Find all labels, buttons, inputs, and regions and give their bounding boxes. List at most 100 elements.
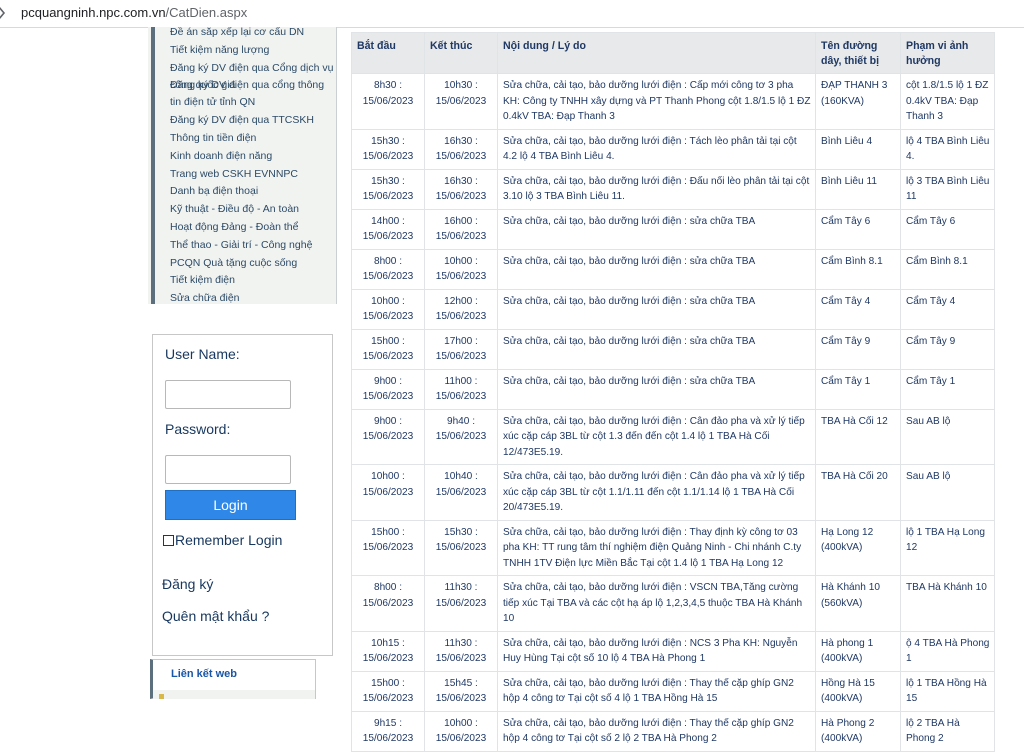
sidebar-item-thong-tin-tien-dien[interactable]: Thông tin tiền điện bbox=[170, 130, 336, 148]
sidebar-items: Đề án sắp xếp lại cơ cấu DN Tiết kiệm nă… bbox=[170, 27, 336, 304]
cell-content: Sửa chữa, cải tạo, bảo dưỡng lưới điện :… bbox=[497, 519, 816, 576]
cell-line: Hà phong 1 (400kVA) bbox=[815, 630, 901, 672]
cell-start: 15h00 :15/06/2023 bbox=[351, 670, 425, 712]
bullet-icon bbox=[159, 694, 164, 699]
cell-end: 15h45 :15/06/2023 bbox=[424, 670, 498, 712]
cell-start: 10h15 :15/06/2023 bbox=[351, 630, 425, 672]
cell-scope: Cẩm Bình 8.1 bbox=[900, 248, 995, 290]
login-button[interactable]: Login bbox=[165, 490, 296, 520]
register-link[interactable]: Đăng ký bbox=[162, 576, 213, 592]
cell-end: 11h00 :15/06/2023 bbox=[424, 368, 498, 410]
cell-line: Cẩm Tây 4 bbox=[815, 288, 901, 330]
cell-content: Sửa chữa, cải tạo, bảo dưỡng lưới điện :… bbox=[497, 328, 816, 370]
sidebar-item-the-thao[interactable]: Thể thao - Giải trí - Công nghệ bbox=[170, 237, 336, 255]
site-info-icon[interactable] bbox=[0, 6, 12, 20]
table-row: 10h00 :15/06/2023 10h40 :15/06/2023 Sửa ch… bbox=[351, 464, 995, 521]
sidebar-item-danh-ba[interactable]: Danh bạ điện thoại bbox=[170, 183, 336, 201]
sidebar-item-tiet-kiem-dien[interactable]: Tiết kiệm điện bbox=[170, 272, 336, 290]
forgot-password-link[interactable]: Quên mật khẩu ? bbox=[162, 608, 269, 624]
cell-scope: lộ 4 TBA Bình Liêu 4. bbox=[900, 128, 995, 170]
cell-scope: Cẩm Tây 4 bbox=[900, 288, 995, 330]
sidebar-item-cskh-evnnpc[interactable]: Trang web CSKH EVNNPC bbox=[170, 166, 336, 184]
table-row: 9h00 :15/06/2023 11h00 :15/06/2023 Sửa chữ… bbox=[351, 368, 995, 410]
cell-line: Hạ Long 12 (400kVA) bbox=[815, 519, 901, 576]
cell-start: 8h00 :15/06/2023 bbox=[351, 575, 425, 632]
cell-start: 15h30 :15/06/2023 bbox=[351, 128, 425, 170]
remember-login[interactable]: Remember Login bbox=[163, 532, 282, 548]
cell-scope: Cẩm Tây 6 bbox=[900, 208, 995, 250]
sidebar-item-kinh-doanh[interactable]: Kinh doanh điện năng bbox=[170, 148, 336, 166]
remember-label: Remember Login bbox=[175, 532, 283, 548]
cell-line: Bình Liêu 11 bbox=[815, 168, 901, 210]
cell-scope: lộ 1 TBA Hồng Hà 15 bbox=[900, 670, 995, 712]
web-links-title: Liên kết web bbox=[171, 668, 238, 680]
sidebar-item-ky-thuat[interactable]: Kỹ thuật - Điều độ - An toàn bbox=[170, 201, 336, 219]
cell-line: Hà Phong 2 (400kVA) bbox=[815, 710, 901, 752]
sidebar-menu: Đề án sắp xếp lại cơ cấu DN Tiết kiệm nă… bbox=[148, 27, 337, 304]
cell-line: Cẩm Tây 9 bbox=[815, 328, 901, 370]
cell-end: 12h00 :15/06/2023 bbox=[424, 288, 498, 330]
username-input[interactable] bbox=[165, 380, 291, 409]
cell-line: ĐẠP THANH 3 (160KVA) bbox=[815, 73, 901, 130]
cell-line: TBA Hà Cối 12 bbox=[815, 408, 901, 465]
remember-checkbox[interactable] bbox=[163, 535, 174, 546]
table-row: 8h00 :15/06/2023 10h00 :15/06/2023 Sửa chữ… bbox=[351, 248, 995, 290]
table-row: 10h00 :15/06/2023 12h00 :15/06/2023 Sửa ch… bbox=[351, 288, 995, 330]
table-row: 14h00 :15/06/2023 16h00 :15/06/2023 Sửa ch… bbox=[351, 208, 995, 250]
table-row: 9h15 :15/06/2023 10h00 :15/06/2023 Sửa chữ… bbox=[351, 710, 995, 752]
sidebar-item-de-an-sap-xep[interactable]: Đề án sắp xếp lại cơ cấu DN bbox=[170, 27, 336, 42]
header-scope: Phạm vi ảnh hưởng bbox=[900, 32, 995, 74]
cell-content: Sửa chữa, cải tạo, bảo dưỡng lưới điện :… bbox=[497, 128, 816, 170]
cell-content: Sửa chữa, cải tạo, bảo dưỡng lưới điện :… bbox=[497, 73, 816, 130]
username-label: User Name: bbox=[165, 346, 240, 362]
cell-start: 9h00 :15/06/2023 bbox=[351, 368, 425, 410]
password-label: Password: bbox=[165, 421, 231, 437]
cell-end: 10h40 :15/06/2023 bbox=[424, 464, 498, 521]
cell-line: Cẩm Tây 6 bbox=[815, 208, 901, 250]
cell-content: Sửa chữa, cải tạo, bảo dưỡng lưới điện :… bbox=[497, 575, 816, 632]
url-text[interactable]: pcquangninh.npc.com.vn/CatDien.aspx bbox=[21, 5, 247, 20]
table-body: 8h30 :15/06/2023 10h30 :15/06/2023 Sửa chữ… bbox=[351, 73, 995, 752]
sidebar-item-dang-ky-cong-tinh[interactable]: Đăng ký DV điện qua cổng thông tin điện … bbox=[170, 77, 336, 113]
sidebar-item-dang-ky-ttcskh[interactable]: Đăng ký DV điện qua TTCSKH bbox=[170, 112, 336, 130]
browser-address-bar[interactable]: pcquangninh.npc.com.vn/CatDien.aspx bbox=[0, 0, 1024, 28]
cell-line: Hồng Hà 15 (400kVA) bbox=[815, 670, 901, 712]
cell-content: Sửa chữa, cải tạo, bảo dưỡng lưới điện :… bbox=[497, 368, 816, 410]
cell-start: 15h00 :15/06/2023 bbox=[351, 519, 425, 576]
cell-line: Hà Khánh 10 (560kVA) bbox=[815, 575, 901, 632]
cell-end: 11h30 :15/06/2023 bbox=[424, 575, 498, 632]
cell-scope: Sau AB lộ bbox=[900, 408, 995, 465]
cell-scope: TBA Hà Khánh 10 bbox=[900, 575, 995, 632]
table-row: 15h00 :15/06/2023 17h00 :15/06/2023 Sửa ch… bbox=[351, 328, 995, 370]
sidebar-item-qua-tang[interactable]: PCQN Quà tặng cuộc sống bbox=[170, 255, 336, 273]
cell-scope: lộ 2 TBA Hà Phong 2 bbox=[900, 710, 995, 752]
sidebar-item-sua-chua-dien[interactable]: Sửa chữa điện bbox=[170, 290, 336, 304]
password-input[interactable] bbox=[165, 455, 291, 484]
table-header-row: Bắt đầu Kết thúc Nội dung / Lý do Tên đư… bbox=[351, 32, 995, 74]
table-row: 15h00 :15/06/2023 15h30 :15/06/2023 Sửa ch… bbox=[351, 519, 995, 576]
cell-content: Sửa chữa, cải tạo, bảo dưỡng lưới điện :… bbox=[497, 248, 816, 290]
cell-end: 17h00 :15/06/2023 bbox=[424, 328, 498, 370]
cell-end: 16h30 :15/06/2023 bbox=[424, 168, 498, 210]
header-content: Nội dung / Lý do bbox=[497, 32, 816, 74]
cell-end: 15h30 :15/06/2023 bbox=[424, 519, 498, 576]
sidebar-item-tiet-kiem-nang-luong[interactable]: Tiết kiệm năng lượng bbox=[170, 42, 336, 60]
cell-end: 16h00 :15/06/2023 bbox=[424, 208, 498, 250]
header-end: Kết thúc bbox=[424, 32, 498, 74]
table-row: 8h30 :15/06/2023 10h30 :15/06/2023 Sửa chữ… bbox=[351, 73, 995, 130]
cell-start: 8h00 :15/06/2023 bbox=[351, 248, 425, 290]
cell-scope: cột 1.8/1.5 lộ 1 ĐZ 0.4kV TBA: Đạp Thanh… bbox=[900, 73, 995, 130]
web-links-strip bbox=[153, 690, 315, 699]
cell-end: 10h00 :15/06/2023 bbox=[424, 710, 498, 752]
table-row: 15h30 :15/06/2023 16h30 :15/06/2023 Sửa ch… bbox=[351, 128, 995, 170]
cell-scope: lộ 1 TBA Hạ Long 12 bbox=[900, 519, 995, 576]
cell-line: Bình Liêu 4 bbox=[815, 128, 901, 170]
cell-content: Sửa chữa, cải tạo, bảo dưỡng lưới điện :… bbox=[497, 288, 816, 330]
outage-table: Bắt đầu Kết thúc Nội dung / Lý do Tên đư… bbox=[351, 32, 995, 752]
cell-scope: ộ 4 TBA Hà Phong 1 bbox=[900, 630, 995, 672]
sidebar-item-hoat-dong-dang[interactable]: Hoạt động Đảng - Đoàn thể bbox=[170, 219, 336, 237]
header-start: Bắt đầu bbox=[351, 32, 425, 74]
cell-line: TBA Hà Cối 20 bbox=[815, 464, 901, 521]
outage-schedule: Bắt đầu Kết thúc Nội dung / Lý do Tên đư… bbox=[351, 32, 995, 752]
cell-content: Sửa chữa, cải tạo, bảo dưỡng lưới điện :… bbox=[497, 710, 816, 752]
